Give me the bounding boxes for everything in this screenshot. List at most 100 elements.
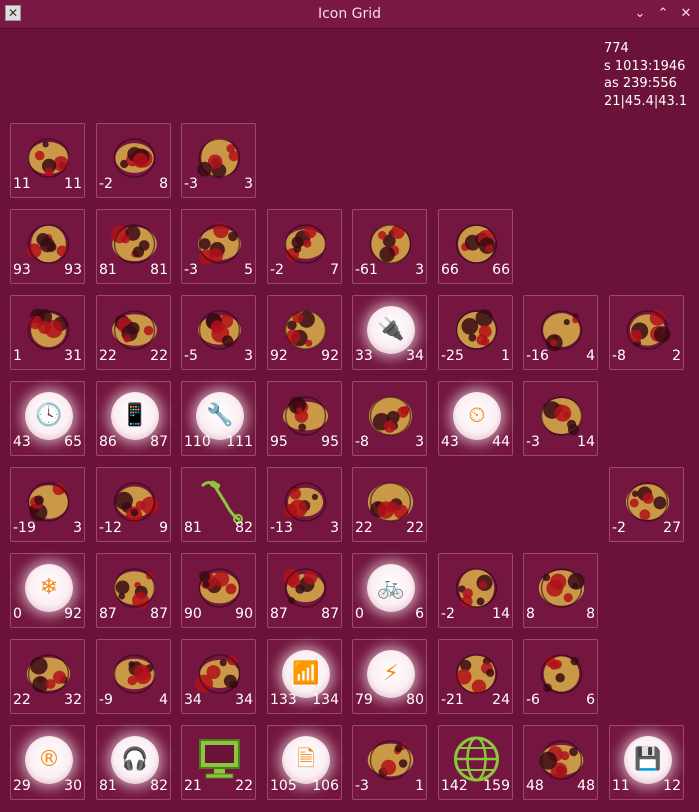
icon-cell[interactable]: 87 87 (96, 553, 171, 628)
cell-left-value: 81 (184, 520, 202, 536)
chart-icon (363, 734, 418, 784)
cell-left-value: 0 (13, 606, 22, 622)
icon-cell[interactable]: 87 87 (267, 553, 342, 628)
icon-cell[interactable]: 11 11 (10, 123, 85, 198)
tuba-icon (107, 476, 162, 526)
stats-line: 21|45.4|43.1 (604, 93, 688, 109)
broadcast-icon: 📶 (282, 650, 330, 698)
icon-cell[interactable]: ⚡ 79 80 (352, 639, 427, 714)
icon-cell[interactable]: -2 8 (96, 123, 171, 198)
cell-right-value: 12 (663, 778, 681, 794)
icon-cell[interactable]: 22 32 (10, 639, 85, 714)
cell-right-value: 48 (577, 778, 595, 794)
icon-cell[interactable]: 1 31 (10, 295, 85, 370)
cell-left-value: -3 (526, 434, 540, 450)
icon-cell[interactable]: -61 3 (352, 209, 427, 284)
icon-cell[interactable]: -3 1 (352, 725, 427, 800)
cell-left-value: 105 (270, 778, 297, 794)
cell-left-value: 22 (355, 520, 373, 536)
cell-right-value: 22 (406, 520, 424, 536)
icon-cell[interactable]: 📱 86 87 (96, 381, 171, 456)
icon-cell[interactable]: 🎧 81 82 (96, 725, 171, 800)
glyph: 🎧 (121, 747, 149, 772)
clipboard-icon (620, 476, 675, 526)
cell-left-value: 87 (99, 606, 117, 622)
icon-cell[interactable]: 🔧 110 111 (181, 381, 256, 456)
icon-cell[interactable]: -3 3 (181, 123, 256, 198)
icon-cell[interactable]: ⏲ 43 44 (438, 381, 513, 456)
icon-cell[interactable]: 22 22 (96, 295, 171, 370)
cell-right-value: 11 (64, 176, 82, 192)
cell-right-value: 3 (415, 262, 424, 278)
icon-cell[interactable]: 21 22 (181, 725, 256, 800)
icon-cell[interactable]: 81 81 (96, 209, 171, 284)
icon-cell[interactable]: 81 82 (181, 467, 256, 542)
minimize-icon[interactable]: ⌄ (630, 4, 650, 24)
hammock-icon (192, 648, 247, 698)
icon-cell[interactable]: 💾 11 12 (609, 725, 684, 800)
cell-left-value: -2 (99, 176, 113, 192)
icon-cell[interactable]: 22 22 (352, 467, 427, 542)
cell-right-value: 3 (244, 176, 253, 192)
icon-cell[interactable]: -5 3 (181, 295, 256, 370)
cell-right-value: 90 (235, 606, 253, 622)
horns-icon (192, 218, 247, 268)
icon-cell[interactable]: 90 90 (181, 553, 256, 628)
cell-right-value: 31 (64, 348, 82, 364)
icon-cell[interactable]: ❄ 0 92 (10, 553, 85, 628)
glyph: ® (38, 747, 60, 772)
cell-right-value: 111 (226, 434, 253, 450)
icon-cell[interactable]: -12 9 (96, 467, 171, 542)
icon-cell[interactable]: -19 3 (10, 467, 85, 542)
icon-cell[interactable]: ® 29 30 (10, 725, 85, 800)
cell-right-value: 34 (235, 692, 253, 708)
cell-right-value: 6 (415, 606, 424, 622)
treble-clef-icon (192, 132, 247, 182)
icon-cell[interactable]: -8 3 (352, 381, 427, 456)
icon-cell[interactable]: 34 34 (181, 639, 256, 714)
icon-cell[interactable]: 66 66 (438, 209, 513, 284)
close-icon[interactable]: ✕ (676, 4, 696, 24)
registered-icon: ® (25, 736, 73, 784)
cell-left-value: -3 (184, 262, 198, 278)
icon-cell[interactable]: -21 24 (438, 639, 513, 714)
maximize-icon[interactable]: ⌃ (653, 4, 673, 24)
icon-cell[interactable]: -16 4 (523, 295, 598, 370)
icon-cell[interactable]: 88 (523, 553, 598, 628)
icon-cell[interactable]: 95 95 (267, 381, 342, 456)
cell-right-value: 34 (406, 348, 424, 364)
cell-left-value: 86 (99, 434, 117, 450)
icon-cell[interactable]: -2 7 (267, 209, 342, 284)
icon-cell[interactable]: -2 14 (438, 553, 513, 628)
icon-cell[interactable]: 🚲 0 6 (352, 553, 427, 628)
icon-cell[interactable]: 48 48 (523, 725, 598, 800)
icon-cell[interactable]: -2 27 (609, 467, 684, 542)
icon-cell[interactable]: 🔌 33 34 (352, 295, 427, 370)
dragon-icon (278, 562, 333, 612)
icon-cell[interactable]: -3 5 (181, 209, 256, 284)
cell-left-value: 11 (13, 176, 31, 192)
cell-left-value: 95 (270, 434, 288, 450)
cell-left-value: 11 (612, 778, 630, 794)
stats-panel: 774 s 1013:1946 as 239:556 21|45.4|43.1 (604, 40, 699, 110)
cell-right-value: 80 (406, 692, 424, 708)
cell-left-value: 90 (184, 606, 202, 622)
icon-cell[interactable]: 93 93 (10, 209, 85, 284)
icon-cell[interactable]: 🗎 105 106 (267, 725, 342, 800)
icon-cell[interactable]: -9 4 (96, 639, 171, 714)
icon-cell[interactable]: 🕓 43 65 (10, 381, 85, 456)
icon-cell[interactable]: -3 14 (523, 381, 598, 456)
icon-cell[interactable]: -25 1 (438, 295, 513, 370)
speedometer-icon: ⏲ (453, 392, 501, 440)
cell-left-value: -61 (355, 262, 378, 278)
icon-cell[interactable]: 92 92 (267, 295, 342, 370)
info-icon (363, 218, 418, 268)
icon-cell[interactable]: -6 6 (523, 639, 598, 714)
cell-left-value: -2 (441, 606, 455, 622)
icon-cell[interactable]: -8 2 (609, 295, 684, 370)
cell-left-value: -9 (99, 692, 113, 708)
icon-cell[interactable]: 142 159 (438, 725, 513, 800)
icon-cell[interactable]: -13 3 (267, 467, 342, 542)
cell-right-value: 81 (150, 262, 168, 278)
icon-cell[interactable]: 📶 133 134 (267, 639, 342, 714)
